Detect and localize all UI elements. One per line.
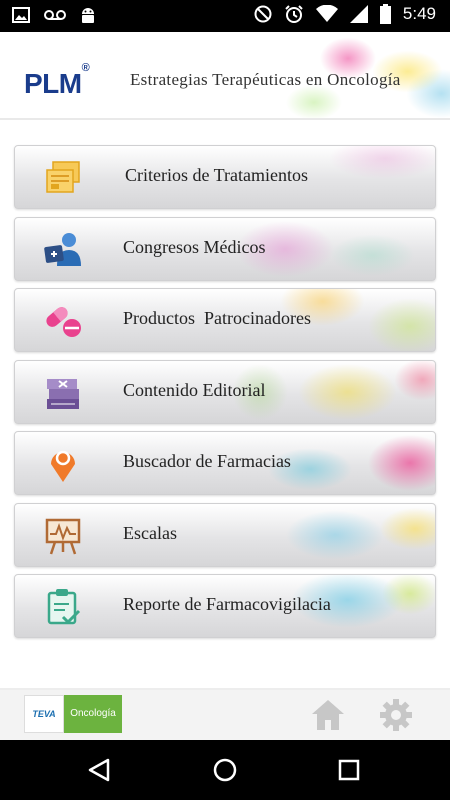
menu-item-label: Criterios de Tratamientos bbox=[125, 165, 308, 185]
teva-logo: TEVA bbox=[24, 695, 64, 733]
voicemail-icon bbox=[44, 10, 66, 20]
documents-icon bbox=[46, 161, 80, 193]
pills-icon bbox=[46, 307, 81, 337]
header-divider bbox=[0, 118, 450, 120]
menu-item-label: Buscador de Farmacias bbox=[123, 451, 291, 471]
home-circle-icon[interactable] bbox=[212, 757, 238, 783]
app-title: Estrategias Terapéuticas en Oncología bbox=[130, 70, 401, 89]
doctor-icon bbox=[44, 232, 81, 266]
home-icon[interactable] bbox=[310, 698, 346, 732]
menu-item-productos[interactable]: Productos Patrocinadores bbox=[14, 288, 436, 352]
menu-item-contenido[interactable]: Contenido Editorial bbox=[14, 359, 436, 424]
status-bar: 5:49 bbox=[0, 0, 450, 32]
system-navigation-bar bbox=[0, 740, 450, 800]
wifi-icon bbox=[315, 5, 338, 22]
menu-item-congresos[interactable]: Congresos Médicos bbox=[14, 216, 436, 281]
menu-item-buscador[interactable]: Buscador de Farmacias bbox=[14, 431, 436, 495]
signal-icon bbox=[349, 5, 368, 23]
footer-bar: TEVA Oncología bbox=[0, 690, 450, 740]
menu-item-label: Contenido Editorial bbox=[123, 379, 266, 400]
android-icon bbox=[82, 8, 94, 23]
clock: 5:49 bbox=[402, 4, 436, 23]
battery-icon bbox=[379, 4, 391, 24]
chart-easel-icon bbox=[45, 518, 81, 554]
plm-logo: PLM® bbox=[24, 61, 90, 99]
menu-item-label: Reporte de Farmacovigilacia bbox=[123, 594, 331, 614]
app-header: PLM® Estrategias Terapéuticas en Oncolog… bbox=[0, 32, 450, 120]
menu-item-escalas[interactable]: Escalas bbox=[14, 502, 436, 567]
main-menu: Criterios de Tratamientos Congresos Médi… bbox=[14, 145, 436, 646]
menu-item-label: Productos Patrocinadores bbox=[123, 308, 311, 328]
do-not-disturb-icon bbox=[254, 5, 272, 23]
oncology-badge: Oncología bbox=[64, 695, 122, 733]
back-icon[interactable] bbox=[88, 758, 110, 782]
location-pin-icon bbox=[51, 450, 75, 482]
menu-item-reporte[interactable]: Reporte de Farmacovigilacia bbox=[14, 574, 436, 638]
alarm-icon bbox=[285, 5, 303, 23]
menu-item-label: Congresos Médicos bbox=[123, 236, 266, 257]
menu-item-label: Escalas bbox=[123, 522, 177, 543]
settings-gear-icon[interactable] bbox=[378, 698, 414, 732]
recents-icon[interactable] bbox=[338, 759, 360, 781]
clipboard-check-icon bbox=[47, 589, 81, 625]
books-icon bbox=[47, 378, 79, 409]
image-icon bbox=[12, 7, 30, 23]
menu-item-criterios[interactable]: Criterios de Tratamientos bbox=[14, 145, 436, 209]
